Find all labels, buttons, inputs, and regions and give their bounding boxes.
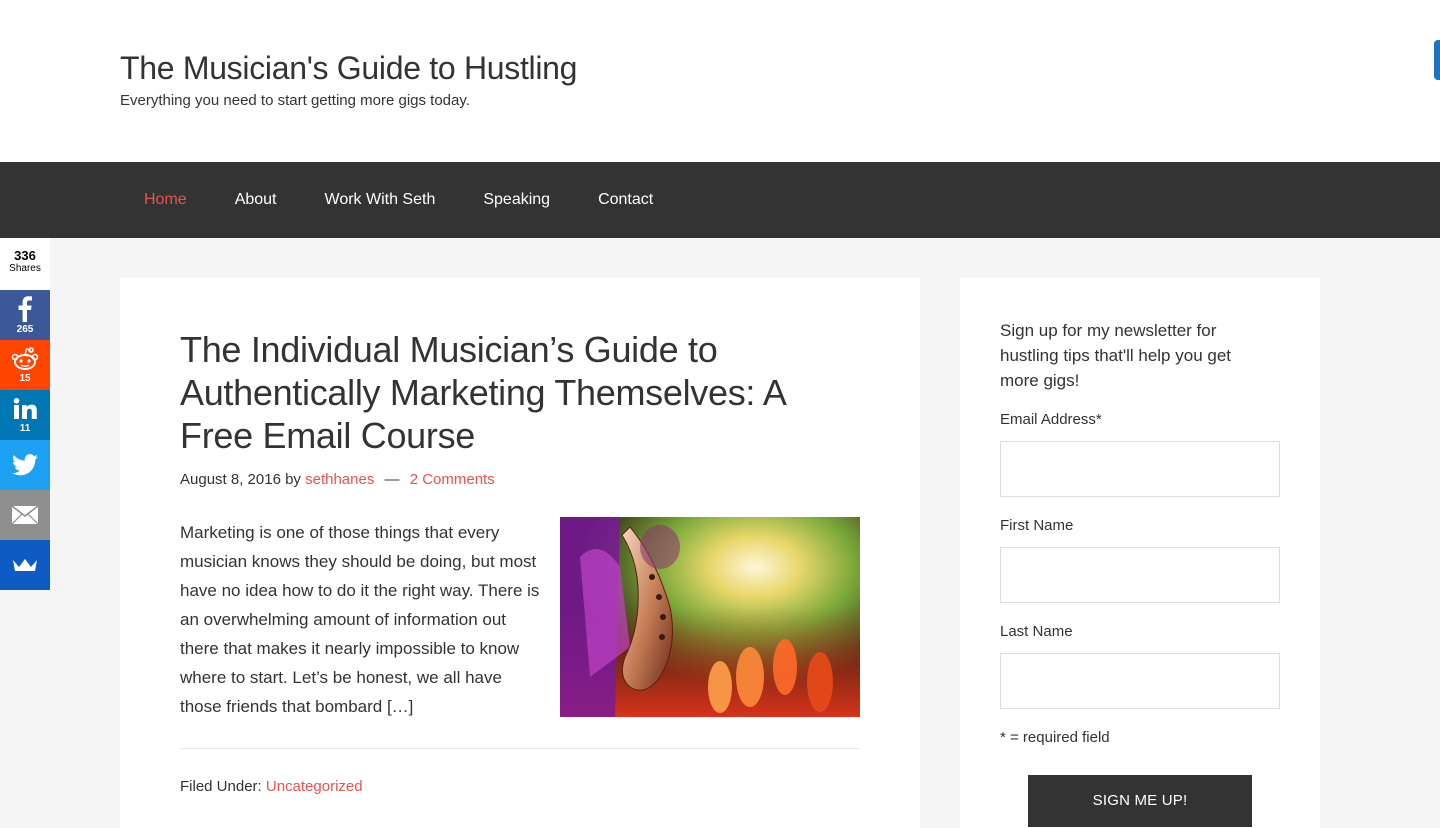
post-title[interactable]: The Individual Musician’s Guide to Authe…	[180, 328, 820, 457]
post-footer: Filed Under: Uncategorized	[180, 778, 363, 795]
featured-image-saxophone[interactable]	[560, 517, 860, 717]
twitter-icon	[12, 454, 38, 476]
email-share-button[interactable]	[0, 490, 50, 540]
share-bar: 336 Shares 265 15 11	[0, 238, 50, 590]
reddit-share-button[interactable]: 15	[0, 340, 50, 390]
post-comments-link[interactable]: 2 Comments	[410, 471, 495, 488]
sign-me-up-button[interactable]: SIGN ME UP!	[1028, 775, 1252, 827]
share-total-count: 336	[14, 248, 36, 263]
nav-item-speaking[interactable]: Speaking	[459, 191, 574, 209]
edge-tab[interactable]	[1434, 40, 1440, 80]
post-meta: August 8, 2016 by sethhanes — 2 Comments	[180, 471, 495, 488]
site-description: Everything you need to start getting mor…	[120, 92, 470, 109]
required-field-note: * = required field	[1000, 729, 1110, 746]
linkedin-share-count: 11	[19, 422, 31, 434]
first-name-field[interactable]	[1000, 547, 1280, 603]
post-excerpt: Marketing is one of those things that ev…	[180, 523, 540, 716]
last-name-field[interactable]	[1000, 653, 1280, 709]
main-nav: Home About Work With Seth Speaking Conta…	[0, 162, 1440, 238]
site-title[interactable]: The Musician's Guide to Hustling	[120, 50, 577, 87]
site-header: The Musician's Guide to Hustling Everyth…	[0, 0, 1440, 162]
linkedin-share-button[interactable]: 11	[0, 390, 50, 440]
nav-item-contact[interactable]: Contact	[574, 191, 677, 209]
reddit-icon	[11, 346, 39, 370]
linkedin-icon	[13, 397, 37, 419]
nav-item-home[interactable]: Home	[120, 191, 211, 209]
nav-item-about[interactable]: About	[211, 191, 301, 209]
post-date: August 8, 2016	[180, 471, 281, 488]
filed-under-label: Filed Under:	[180, 778, 262, 795]
newsletter-widget: Sign up for my newsletter for hustling t…	[960, 278, 1320, 828]
sumome-button[interactable]	[0, 540, 50, 590]
post-by: by	[285, 471, 301, 488]
facebook-icon	[18, 295, 32, 322]
post-card: The Individual Musician’s Guide to Authe…	[120, 278, 920, 828]
email-label: Email Address*	[1000, 411, 1102, 428]
category-link[interactable]: Uncategorized	[266, 778, 363, 795]
twitter-share-button[interactable]	[0, 440, 50, 490]
meta-separator: —	[384, 471, 400, 488]
facebook-share-button[interactable]: 265	[0, 290, 50, 340]
post-divider	[180, 748, 860, 749]
facebook-share-count: 265	[16, 323, 34, 335]
email-field[interactable]	[1000, 441, 1280, 497]
newsletter-heading: Sign up for my newsletter for hustling t…	[1000, 321, 1232, 390]
share-total: 336 Shares	[0, 238, 50, 290]
envelope-icon	[11, 505, 39, 525]
first-name-label: First Name	[1000, 517, 1074, 534]
crown-icon	[13, 559, 37, 571]
reddit-share-count: 15	[19, 372, 31, 384]
last-name-label: Last Name	[1000, 623, 1073, 640]
nav-item-work-with-seth[interactable]: Work With Seth	[301, 191, 460, 209]
page: The Musician's Guide to Hustling Everyth…	[0, 0, 1440, 828]
share-total-label: Shares	[9, 263, 41, 274]
post-author-link[interactable]: sethhanes	[305, 471, 374, 488]
